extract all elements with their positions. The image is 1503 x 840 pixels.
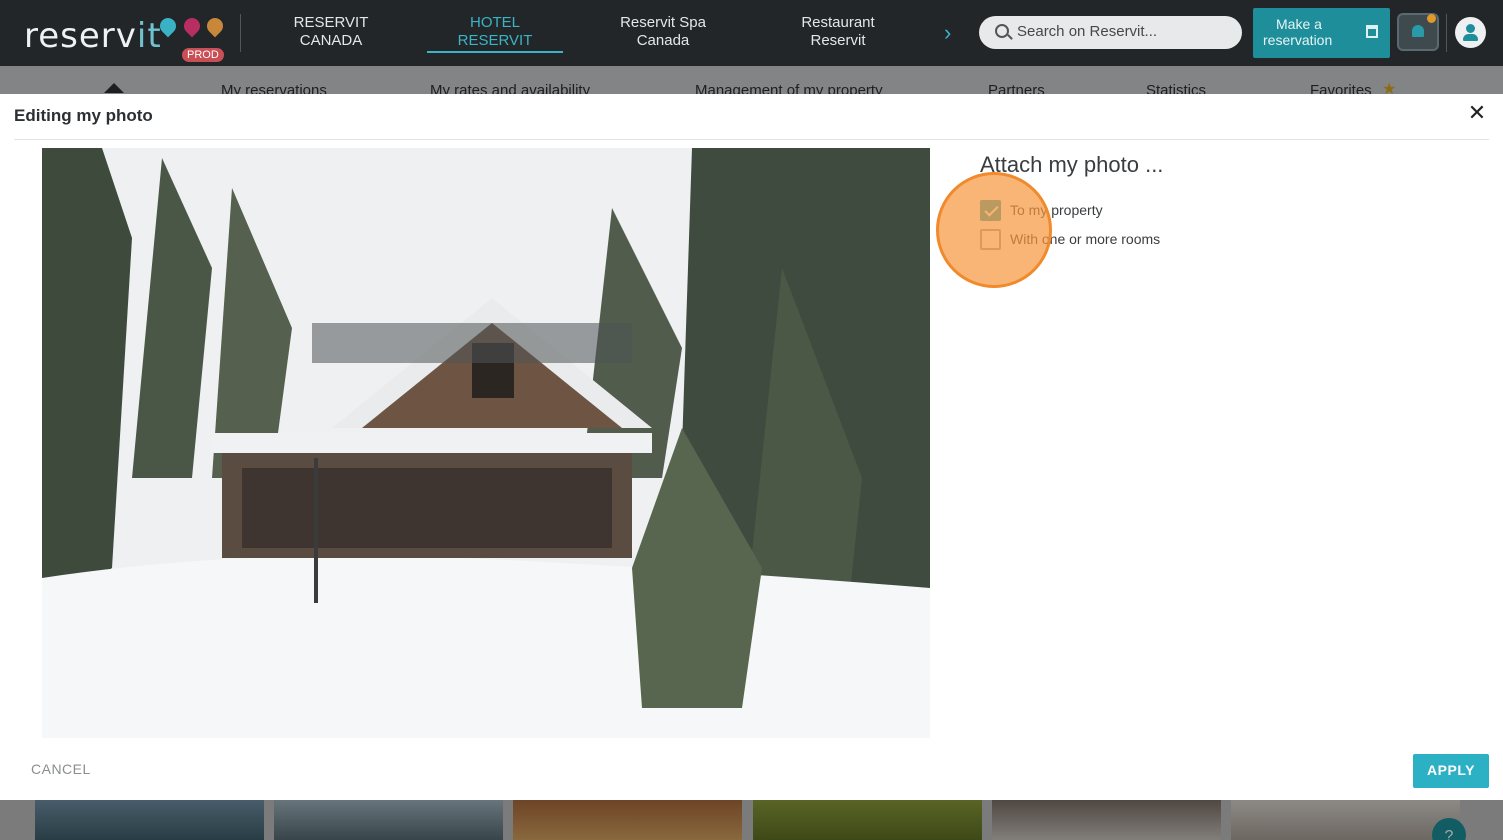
user-avatar-icon[interactable] — [1455, 17, 1486, 48]
spa-pin-icon — [203, 14, 227, 38]
tab-label: Canada — [636, 32, 690, 49]
tab-label: Restaurant — [801, 14, 875, 31]
tab-label: CANADA — [299, 32, 363, 49]
apply-button[interactable]: APPLY — [1413, 754, 1489, 788]
close-icon[interactable]: ✕ — [1467, 100, 1487, 125]
click-highlight — [936, 172, 1052, 288]
tab-label: RESERVIT — [457, 32, 533, 49]
restaurant-pin-icon — [180, 14, 204, 38]
cabin-photo-illustration — [42, 148, 930, 738]
divider — [14, 139, 1489, 140]
edit-photo-modal: Editing my photo ✕ Attach my photo ... T… — [0, 94, 1503, 800]
tab-hotel-reservit[interactable]: HOTEL RESERVIT — [427, 14, 563, 53]
modal-title: Editing my photo — [14, 106, 153, 125]
env-badge: PROD — [182, 48, 224, 62]
top-bar: reservit PROD RESERVIT CANADA HOTEL RESE… — [0, 0, 1503, 66]
search-icon — [995, 24, 1009, 38]
tab-label: RESERVIT — [293, 14, 369, 31]
notifications-button[interactable] — [1397, 13, 1439, 51]
tab-reservit-canada[interactable]: RESERVIT CANADA — [290, 14, 372, 50]
chevron-right-icon[interactable]: › — [944, 20, 951, 46]
divider — [1446, 14, 1447, 52]
bell-icon — [1412, 25, 1424, 37]
divider — [240, 14, 241, 52]
make-reservation-button[interactable]: Make a reservation — [1253, 8, 1390, 58]
cancel-button[interactable]: CANCEL — [31, 761, 91, 777]
property-photo — [42, 148, 930, 738]
reservit-logo[interactable]: reservit PROD — [24, 12, 234, 62]
tab-label: Reservit — [810, 32, 866, 49]
tab-label: Reservit Spa — [620, 14, 706, 31]
tab-reservit-spa[interactable]: Reservit Spa Canada — [613, 14, 713, 50]
logo-text: reservit — [24, 16, 162, 56]
notification-dot — [1427, 14, 1436, 23]
calendar-icon — [1366, 25, 1378, 38]
tab-label: HOTEL — [469, 14, 520, 31]
search-input[interactable]: Search on Reservit... — [979, 16, 1242, 49]
tab-restaurant-reservit[interactable]: Restaurant Reservit — [795, 14, 881, 50]
